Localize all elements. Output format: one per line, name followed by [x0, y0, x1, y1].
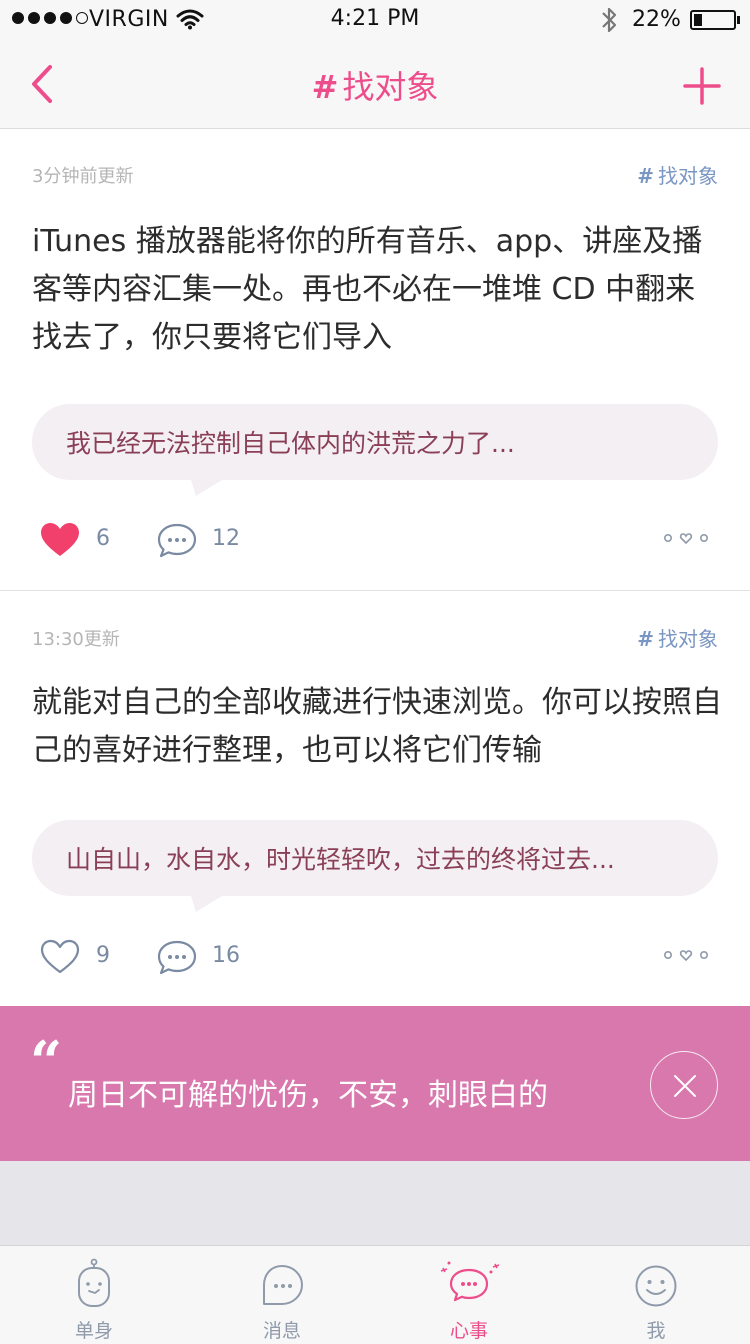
- plus-icon: [683, 67, 721, 105]
- like-button[interactable]: [40, 522, 80, 562]
- like-count: 9: [96, 943, 110, 968]
- heart-outline-icon: [40, 939, 80, 974]
- post-card[interactable]: 13:30更新 # 找对象 就能对自己的全部收藏进行快速浏览。你可以按照自己的喜好…: [0, 591, 750, 1006]
- reply-text: 山自山，水自水，时光轻轻吹，过去的终将过去...: [66, 845, 615, 874]
- heart-filled-icon: [41, 523, 79, 556]
- more-options-button[interactable]: [662, 530, 710, 549]
- tab-label: 我: [646, 1320, 666, 1342]
- more-dots-icon: [663, 950, 708, 962]
- post-timestamp: 3分钟前更新: [32, 166, 134, 187]
- post-body: iTunes 播放器能将你的所有音乐、app、讲座及播客等内容汇集一处。再也不必…: [32, 224, 703, 355]
- battery-fill: [694, 14, 702, 26]
- tab-mood[interactable]: 心事: [375, 1246, 563, 1344]
- content-background: [0, 1161, 750, 1245]
- more-dots-icon: [663, 533, 708, 545]
- app-screen: VIRGIN 4:21 PM 22% # 找对象 3分钟前更新 # 找对象 iT…: [0, 0, 750, 1344]
- comment-count: 16: [212, 943, 240, 968]
- post-actions: 9 16: [0, 933, 750, 983]
- bubble-tail: [175, 886, 239, 912]
- hash-icon: #: [637, 627, 654, 651]
- tab-me[interactable]: 我: [562, 1246, 750, 1344]
- tab-single[interactable]: 单身: [0, 1246, 188, 1344]
- tab-messages[interactable]: 消息: [188, 1246, 376, 1344]
- bluetooth-icon: [600, 6, 618, 38]
- banner-text: 周日不可解的忧伤，不安，刺眼白的: [68, 1078, 548, 1113]
- close-button[interactable]: [650, 1051, 718, 1119]
- battery-icon: [690, 10, 736, 30]
- more-options-button[interactable]: [662, 947, 710, 966]
- tab-bar: 单身 消息 心事 我: [0, 1245, 750, 1344]
- bubble-tail: [175, 470, 239, 496]
- hash-icon: #: [637, 164, 654, 188]
- post-tag[interactable]: # 找对象: [637, 160, 718, 189]
- page-title-text: 找对象: [342, 68, 439, 106]
- reply-bubble[interactable]: 我已经无法控制自己体内的洪荒之力了...: [32, 404, 718, 496]
- comment-button[interactable]: [156, 522, 198, 564]
- single-icon: [74, 1258, 114, 1314]
- post-body: 就能对自己的全部收藏进行快速浏览。你可以按照自己的喜好进行整理，也可以将它们传输: [32, 685, 722, 768]
- reply-bubble[interactable]: 山自山，水自水，时光轻轻吹，过去的终将过去...: [32, 820, 718, 912]
- smile-icon: [634, 1264, 678, 1312]
- close-icon: [674, 1075, 696, 1097]
- tab-label: 单身: [74, 1320, 113, 1342]
- post-actions: 6 12: [0, 516, 750, 566]
- nav-bar: # 找对象: [0, 40, 750, 129]
- add-button[interactable]: [680, 64, 724, 108]
- comment-button[interactable]: [156, 939, 198, 981]
- comment-icon: [157, 940, 197, 975]
- comment-count: 12: [212, 526, 240, 551]
- post-card[interactable]: 3分钟前更新 # 找对象 iTunes 播放器能将你的所有音乐、app、讲座及播客…: [0, 130, 750, 590]
- tab-label: 心事: [449, 1320, 488, 1342]
- quote-banner[interactable]: “ 周日不可解的忧伤，不安，刺眼白的: [0, 1006, 750, 1161]
- heart-bubble-icon: [435, 1260, 503, 1312]
- page-title: # 找对象: [0, 62, 750, 108]
- message-icon: [260, 1264, 304, 1312]
- post-tag[interactable]: # 找对象: [637, 623, 718, 652]
- post-tag-label: 找对象: [658, 164, 718, 188]
- like-count: 6: [96, 526, 110, 551]
- quote-mark-icon: “: [30, 1029, 63, 1095]
- post-timestamp: 13:30更新: [32, 629, 120, 650]
- like-button[interactable]: [40, 939, 80, 979]
- reply-text: 我已经无法控制自己体内的洪荒之力了...: [66, 429, 515, 458]
- post-tag-label: 找对象: [658, 627, 718, 651]
- battery-cap: [737, 16, 740, 24]
- battery-percent: 22%: [632, 7, 681, 32]
- hash-icon: #: [311, 68, 339, 106]
- comment-icon: [157, 523, 197, 558]
- tab-label: 消息: [262, 1320, 301, 1342]
- status-bar: VIRGIN 4:21 PM 22%: [0, 0, 750, 40]
